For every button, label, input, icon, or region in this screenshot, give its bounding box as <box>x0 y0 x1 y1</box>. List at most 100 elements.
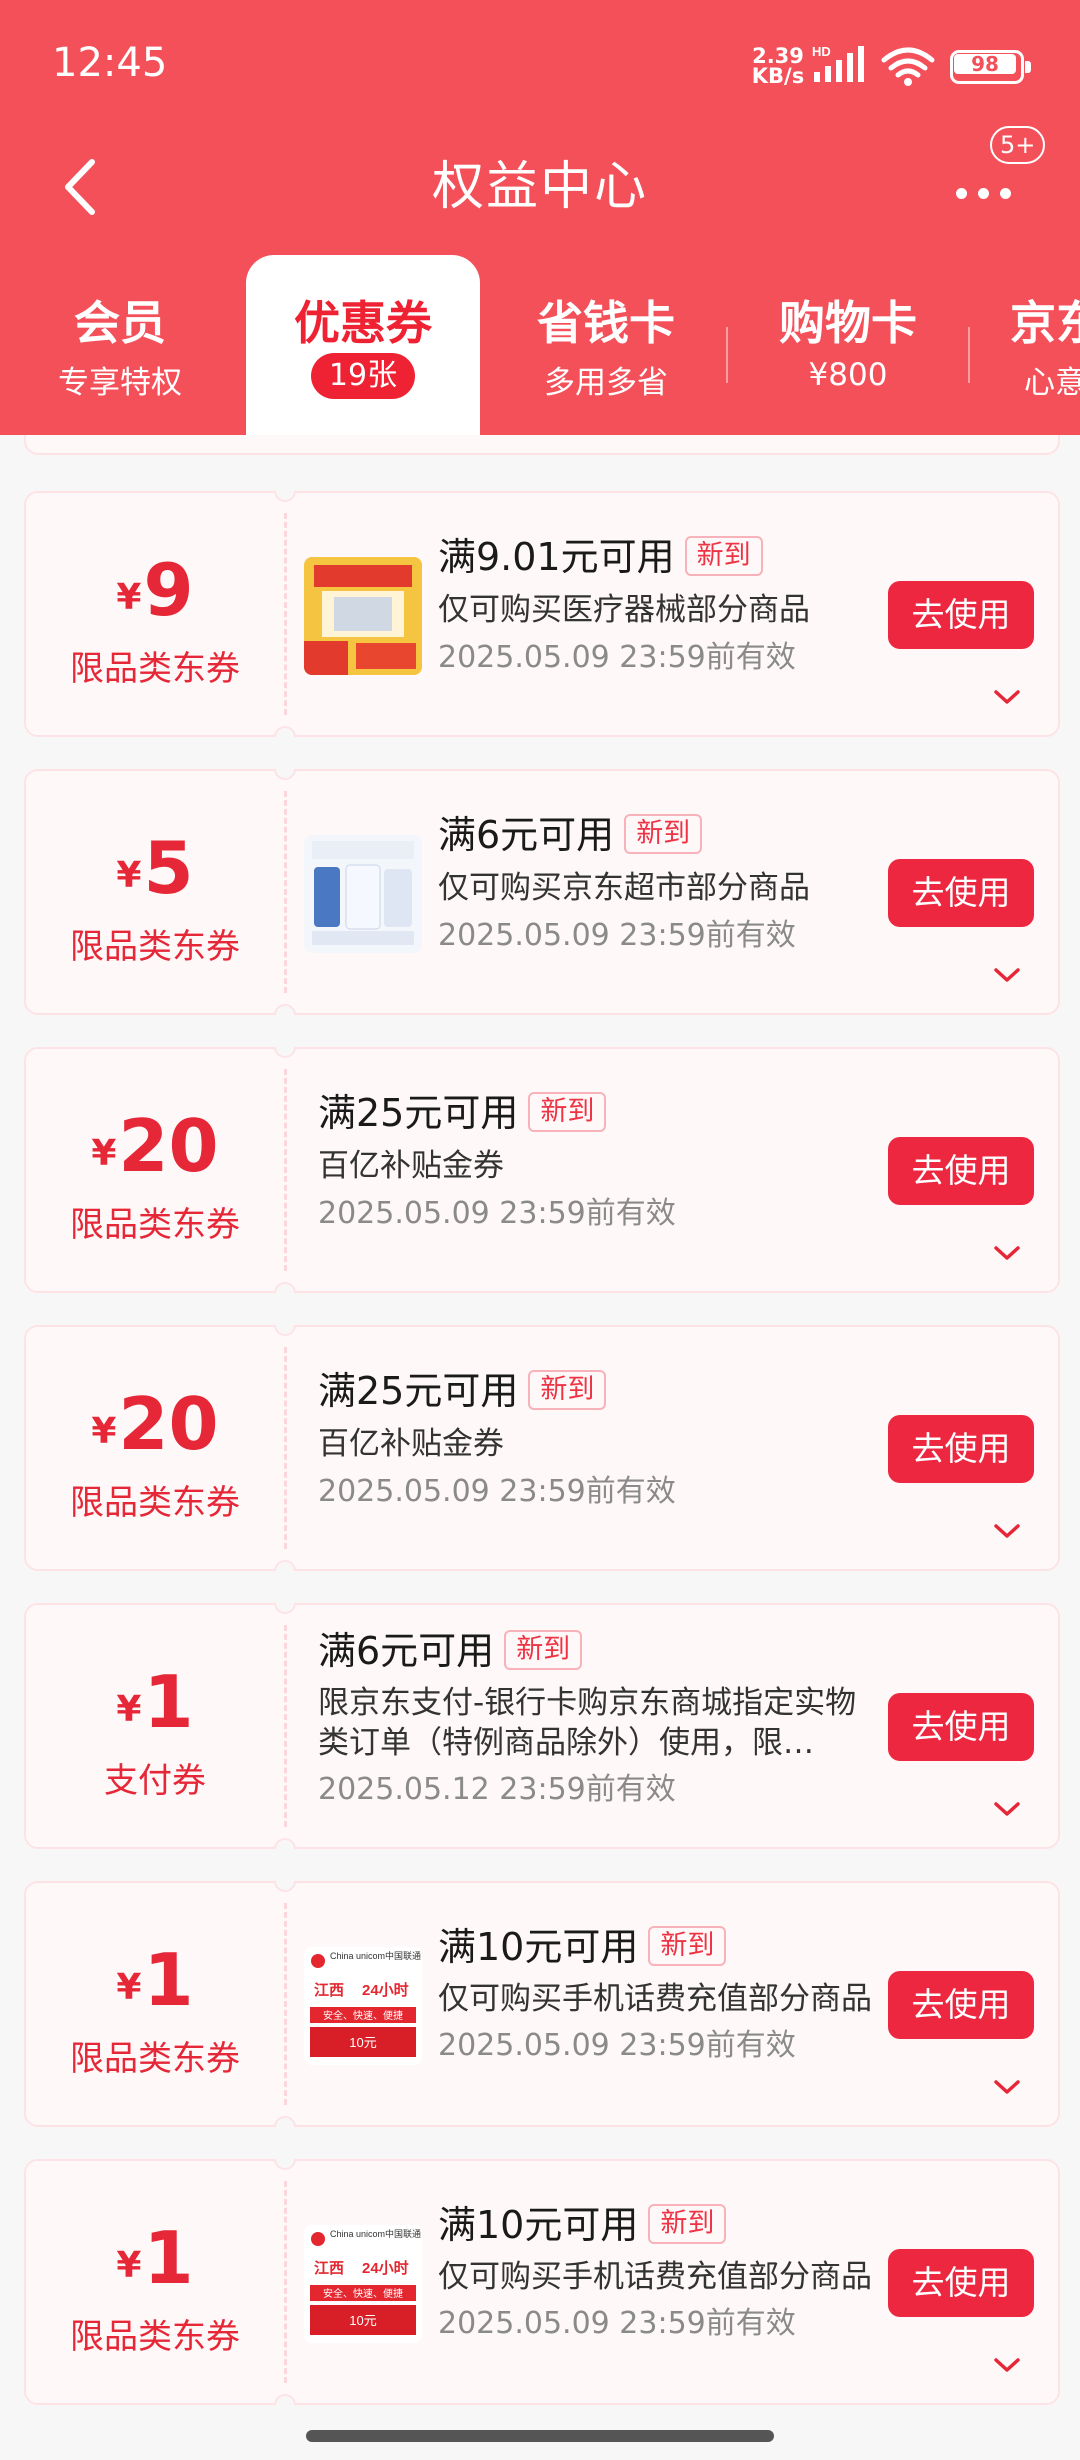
svg-text:江西: 江西 <box>314 1981 344 1999</box>
coupon-type: 限品类东券 <box>70 2039 240 2079</box>
svg-text:24小时: 24小时 <box>362 1982 409 1999</box>
use-coupon-button[interactable]: 去使用 <box>888 859 1034 927</box>
new-tag: 新到 <box>684 536 763 576</box>
signal-icon: HD <box>812 44 864 82</box>
chevron-down-icon[interactable] <box>992 1799 1022 1819</box>
use-coupon-button[interactable]: 去使用 <box>888 1415 1034 1483</box>
coupon-amount: ¥1 <box>116 1938 194 2022</box>
tab-saving-card[interactable]: 省钱卡 多用多省 <box>486 255 726 435</box>
coupon-card[interactable]: ¥5 限品类东券 满6元可用 新到 仅可购买京东超市部分商品 2025.05.09… <box>24 769 1060 1015</box>
chevron-down-icon[interactable] <box>992 1243 1022 1263</box>
milk-powder-thumbnail <box>304 835 422 953</box>
tab-member[interactable]: 会员 专享特权 <box>0 255 240 435</box>
svg-text:HD: HD <box>812 44 831 59</box>
status-bar: 12:45 2.39 KB/s HD 98 <box>0 0 1080 130</box>
new-tag: 新到 <box>504 1630 583 1670</box>
coupon-condition: 满10元可用 <box>438 2203 639 2247</box>
coupon-description: 百亿补贴金券 <box>318 1426 504 1462</box>
coupon-card[interactable]: ¥1 支付券 满6元可用 新到 限京东支付-银行卡购京东商城指定实物类订单（特例商… <box>24 1603 1060 1849</box>
chevron-down-icon[interactable] <box>992 687 1022 707</box>
coupon-condition: 满10元可用 <box>438 1925 639 1969</box>
tab-label: 省钱卡 <box>537 296 675 350</box>
china-unicom-topup-thumbnail: China unicom中国联通 江西 24小时 安全、快速、便捷 10元 <box>304 1947 422 2065</box>
coupon-type: 限品类东券 <box>70 1483 240 1523</box>
coupon-expiry: 2025.05.09 23:59前有效 <box>318 1474 676 1509</box>
new-tag: 新到 <box>528 1092 607 1132</box>
tab-sublabel: 专享特权 <box>58 365 182 401</box>
new-tag: 新到 <box>528 1370 607 1410</box>
china-unicom-topup-thumbnail: China unicom中国联通 江西 24小时 安全、快速、便捷 10元 <box>304 2225 422 2343</box>
coupon-expiry: 2025.05.09 23:59前有效 <box>318 1196 676 1231</box>
svg-text:China unicom中国联通: China unicom中国联通 <box>330 2228 421 2239</box>
new-tag: 新到 <box>648 1926 727 1966</box>
svg-text:China unicom中国联通: China unicom中国联通 <box>330 1950 421 1961</box>
coupon-amount: ¥1 <box>116 2216 194 2300</box>
medical-product-thumbnail <box>304 557 422 675</box>
tab-coupons[interactable]: 优惠券 19张 <box>246 255 480 435</box>
svg-text:24小时: 24小时 <box>362 2260 409 2277</box>
battery-level: 98 <box>971 52 999 76</box>
tab-label: 购物卡 <box>779 296 917 350</box>
battery-icon: 98 <box>950 50 1032 84</box>
coupon-list[interactable]: ¥9 限品类东券 满9.01元可用 新到 仅可购买医疗器械部分商品 2025.05… <box>0 435 1080 2460</box>
coupon-condition: 满25元可用 <box>318 1091 519 1135</box>
coupon-amount: ¥9 <box>116 548 194 632</box>
network-speed: 2.39 KB/s <box>751 44 805 88</box>
use-coupon-button[interactable]: 去使用 <box>888 581 1034 649</box>
tab-sublabel: ¥800 <box>808 357 888 393</box>
coupon-card-partial <box>24 435 1060 455</box>
chevron-down-icon[interactable] <box>992 1521 1022 1541</box>
coupon-expiry: 2025.05.12 23:59前有效 <box>318 1772 676 1807</box>
coupon-condition: 满6元可用 <box>438 813 615 857</box>
tab-jd-gift[interactable]: 京东 心意 <box>970 255 1080 435</box>
tab-label: 优惠券 <box>294 296 432 350</box>
chevron-down-icon[interactable] <box>992 2355 1022 2375</box>
chevron-down-icon[interactable] <box>992 2077 1022 2097</box>
coupon-type: 限品类东券 <box>70 927 240 967</box>
tab-shopping-card[interactable]: 购物卡 ¥800 <box>728 255 968 435</box>
header: 12:45 2.39 KB/s HD 98 权益中心 5+ 会员 专享特权 优惠… <box>0 0 1080 435</box>
coupon-condition: 满25元可用 <box>318 1369 519 1413</box>
page-title: 权益中心 <box>431 157 648 217</box>
tab-label: 会员 <box>74 296 166 350</box>
nav-bar: 权益中心 <box>0 130 1080 250</box>
new-tag: 新到 <box>648 2204 727 2244</box>
use-coupon-button[interactable]: 去使用 <box>888 1971 1034 2039</box>
coupon-description: 限京东支付-银行卡购京东商城指定实物类订单（特例商品除外）使用，限… <box>318 1685 857 1761</box>
coupon-description: 仅可购买手机话费充值部分商品 <box>438 2259 872 2295</box>
svg-text:安全、快速、便捷: 安全、快速、便捷 <box>323 2009 403 2022</box>
coupon-type: 限品类东券 <box>70 649 240 689</box>
coupon-amount: ¥20 <box>91 1382 219 1466</box>
coupon-card[interactable]: ¥20 限品类东券 满25元可用 新到 百亿补贴金券 2025.05.09 23:… <box>24 1325 1060 1571</box>
coupon-type: 限品类东券 <box>70 2317 240 2357</box>
use-coupon-button[interactable]: 去使用 <box>888 2249 1034 2317</box>
use-coupon-button[interactable]: 去使用 <box>888 1137 1034 1205</box>
coupon-amount: ¥1 <box>116 1660 194 1744</box>
coupon-expiry: 2025.05.09 23:59前有效 <box>438 2306 796 2341</box>
svg-text:10元: 10元 <box>349 2313 376 2328</box>
tab-label: 京东 <box>1010 296 1080 350</box>
coupon-condition: 满6元可用 <box>318 1629 495 1673</box>
status-time: 12:45 <box>52 40 168 86</box>
chevron-down-icon[interactable] <box>992 965 1022 985</box>
coupon-card[interactable]: ¥20 限品类东券 满25元可用 新到 百亿补贴金券 2025.05.09 23:… <box>24 1047 1060 1293</box>
svg-text:10元: 10元 <box>349 2035 376 2050</box>
home-indicator[interactable] <box>306 2430 774 2442</box>
coupon-card[interactable]: ¥1 限品类东券 China unicom中国联通 江西 24小时 安全、快速、… <box>24 1881 1060 2127</box>
coupon-amount: ¥20 <box>91 1104 219 1188</box>
tab-sublabel: 多用多省 <box>544 365 668 401</box>
coupon-amount: ¥5 <box>116 826 194 910</box>
coupon-card[interactable]: ¥1 限品类东券 China unicom中国联通 江西 24小时 安全、快速、… <box>24 2159 1060 2405</box>
coupon-description: 仅可购买手机话费充值部分商品 <box>438 1981 872 2017</box>
tab-sublabel: 心意 <box>1024 365 1080 401</box>
new-tag: 新到 <box>624 814 703 854</box>
coupon-description: 百亿补贴金券 <box>318 1148 504 1184</box>
use-coupon-button[interactable]: 去使用 <box>888 1693 1034 1761</box>
more-dots-icon <box>956 184 1022 203</box>
coupon-condition: 满9.01元可用 <box>438 535 675 579</box>
svg-text:安全、快速、便捷: 安全、快速、便捷 <box>323 2287 403 2300</box>
coupon-count-badge: 19张 <box>310 353 416 399</box>
coupon-type: 支付券 <box>104 1761 206 1801</box>
message-badge: 5+ <box>990 126 1046 164</box>
coupon-card[interactable]: ¥9 限品类东券 满9.01元可用 新到 仅可购买医疗器械部分商品 2025.05… <box>24 491 1060 737</box>
